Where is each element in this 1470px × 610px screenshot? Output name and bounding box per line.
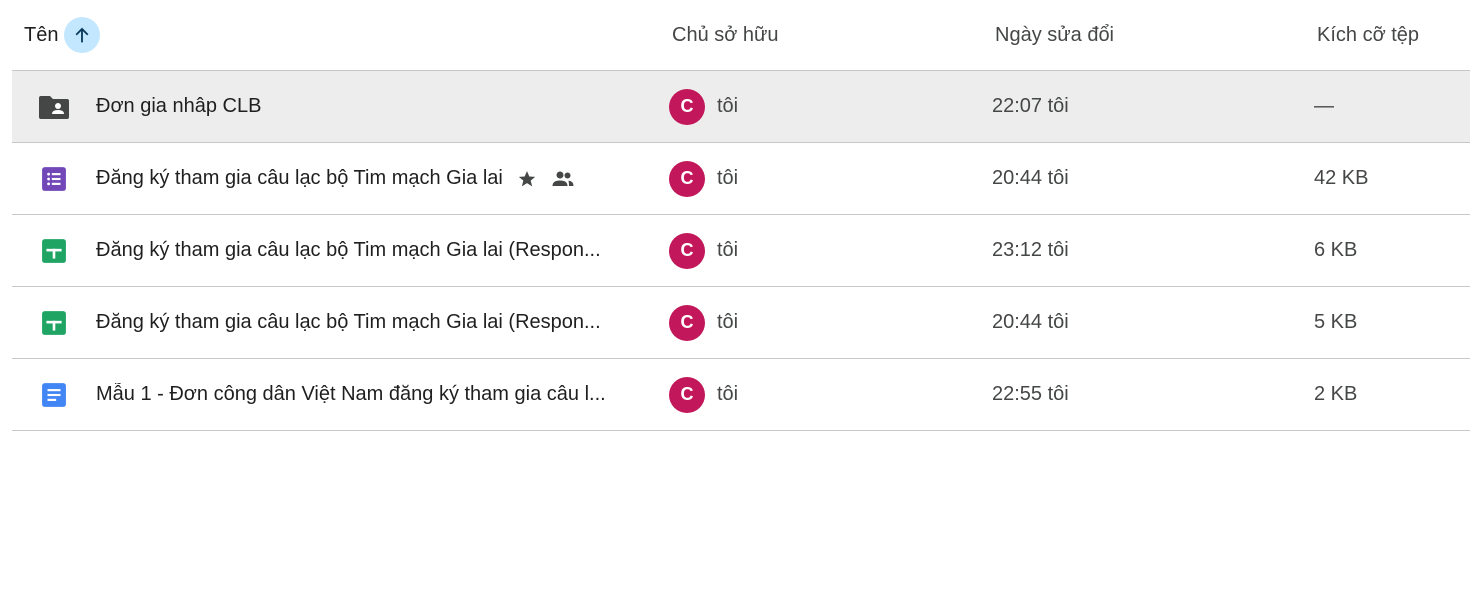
file-size: 5 KB <box>1314 311 1358 333</box>
table-row[interactable]: Đăng ký tham gia câu lạc bộ Tim mạch Gia… <box>12 287 1470 359</box>
google-forms-icon <box>42 166 66 191</box>
avatar[interactable]: C <box>669 88 705 125</box>
google-docs-icon <box>42 382 66 407</box>
modified-date: 22:07 tôi <box>992 95 1069 117</box>
shared-people-icon <box>552 171 574 186</box>
avatar[interactable]: C <box>669 160 705 197</box>
file-size: 6 KB <box>1314 239 1358 261</box>
modified-date: 22:55 tôi <box>992 383 1069 405</box>
table-row[interactable]: Đăng ký tham gia câu lạc bộ Tim mạch Gia… <box>12 215 1470 287</box>
table-row[interactable]: Mẫu 1 - Đơn công dân Việt Nam đăng ký th… <box>12 359 1470 431</box>
file-size: 42 KB <box>1314 167 1369 189</box>
table-header: Tên Chủ sở hữu Ngày sửa đổi Kích cỡ tệp <box>12 0 1470 71</box>
file-size: 2 KB <box>1314 383 1358 405</box>
file-name[interactable]: Mẫu 1 - Đơn công dân Việt Nam đăng ký th… <box>96 383 606 406</box>
column-header-name[interactable]: Tên <box>24 0 101 70</box>
modified-date: 20:44 tôi <box>992 167 1069 189</box>
owner-name: tôi <box>717 383 739 405</box>
file-name[interactable]: Đăng ký tham gia câu lạc bộ Tim mạch Gia… <box>96 311 601 334</box>
arrow-up-icon <box>76 27 89 43</box>
file-name[interactable]: Đơn gia nhâp CLB <box>96 95 261 118</box>
column-header-size[interactable]: Kích cỡ tệp <box>1317 0 1419 70</box>
file-name[interactable]: Đăng ký tham gia câu lạc bộ Tim mạch Gia… <box>96 239 601 262</box>
file-size: — <box>1314 95 1334 117</box>
column-header-modified[interactable]: Ngày sửa đổi <box>995 0 1114 70</box>
modified-date: 23:12 tôi <box>992 239 1069 261</box>
avatar[interactable]: C <box>669 232 705 269</box>
star-icon <box>518 170 536 186</box>
avatar[interactable]: C <box>669 376 705 413</box>
owner-name: tôi <box>717 95 739 117</box>
modified-date: 20:44 tôi <box>992 311 1069 333</box>
google-sheets-icon <box>42 310 66 335</box>
sort-ascending-button[interactable] <box>64 17 101 53</box>
avatar[interactable]: C <box>669 304 705 341</box>
owner-name: tôi <box>717 167 739 189</box>
column-header-owner[interactable]: Chủ sở hữu <box>672 0 779 70</box>
table-row[interactable]: Đăng ký tham gia câu lạc bộ Tim mạch Gia… <box>12 143 1470 215</box>
google-sheets-icon <box>42 238 66 263</box>
table-row[interactable]: Đơn gia nhâp CLB C tôi 22:07 tôi — <box>12 71 1470 143</box>
shared-folder-icon <box>39 95 69 119</box>
owner-name: tôi <box>717 311 739 333</box>
column-header-name-label: Tên <box>24 23 59 46</box>
owner-name: tôi <box>717 239 739 261</box>
file-list-table: Tên Chủ sở hữu Ngày sửa đổi Kích cỡ tệp … <box>12 0 1470 431</box>
file-name[interactable]: Đăng ký tham gia câu lạc bộ Tim mạch Gia… <box>96 167 503 190</box>
